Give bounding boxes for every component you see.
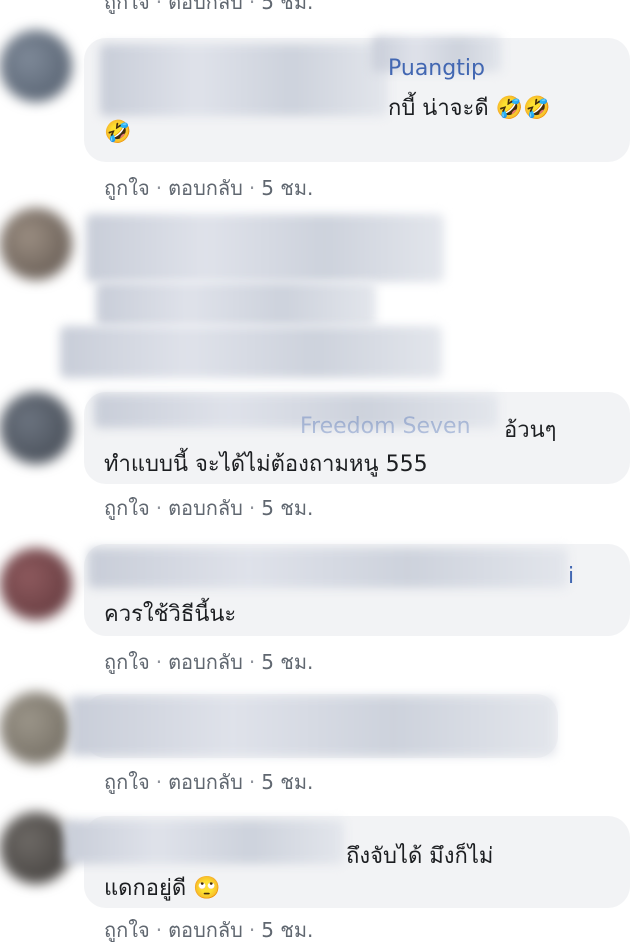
comment-text: แดกอยู่ดี 🙄 [104,876,221,901]
separator: · [248,650,256,674]
comment-author-fragment[interactable]: i [568,564,574,589]
separator: · [248,918,256,942]
comment-author-fragment[interactable]: Puangtip [388,56,485,81]
avatar[interactable] [0,392,72,464]
avatar[interactable] [0,30,72,102]
like-link[interactable]: ถูกใจ [104,650,150,674]
like-link[interactable]: ถูกใจ [104,770,150,794]
separator: · [248,770,256,794]
timestamp[interactable]: 5 ชม. [261,0,313,14]
like-link[interactable]: ถูกใจ [104,496,150,520]
comment-text: ควรใช้วิธีนี้นะ [104,602,237,627]
separator: · [155,176,163,200]
comment-actions: ถูกใจ · ตอบกลับ · 5 ชม. [104,914,313,946]
comment-text: อ้วนๆ [504,418,557,443]
separator: · [155,770,163,794]
timestamp[interactable]: 5 ชม. [261,918,313,942]
rofl-emoji-icon: 🤣🤣 [495,96,551,121]
separator: · [248,176,256,200]
blurred-name [88,548,568,588]
blurred-comment [96,282,376,326]
comment-actions: ถูกใจ · ตอบกลับ · 5 ชม. [104,646,313,678]
avatar[interactable] [0,208,72,280]
separator: · [155,0,163,14]
timestamp[interactable]: 5 ชม. [261,650,313,674]
reply-link[interactable]: ตอบกลับ [168,770,243,794]
comment-actions: ถูกใจ · ตอบกลับ · 5 ชม. [104,766,313,798]
separator: · [155,496,163,520]
like-link[interactable]: ถูกใจ [104,0,150,14]
comment-text: ทำแบบนี้ จะได้ไม่ต้องถามหนู 555 [104,452,428,477]
comment-text: ถึงจับได้ มึงก็ไม่ [346,844,494,869]
reply-link[interactable]: ตอบกลับ [168,496,243,520]
comment-text: กบี้ น่าจะดี 🤣🤣 [388,96,551,121]
separator: · [155,650,163,674]
like-link[interactable]: ถูกใจ [104,176,150,200]
timestamp[interactable]: 5 ชม. [261,176,313,200]
reply-link[interactable]: ตอบกลับ [168,176,243,200]
blurred-comment [70,696,556,756]
blurred-comment [60,326,442,378]
comment-actions-top: ถูกใจ · ตอบกลับ · 5 ชม. [104,0,313,18]
separator: · [155,918,163,942]
comment-text: 🤣 [104,120,131,145]
separator: · [248,496,256,520]
blurred-comment [86,214,444,282]
separator: · [248,0,256,14]
reply-link[interactable]: ตอบกลับ [168,918,243,942]
comment-author-fragment[interactable]: Freedom Seven [300,414,471,439]
timestamp[interactable]: 5 ชม. [261,496,313,520]
eye-roll-emoji-icon: 🙄 [193,876,221,901]
blurred-name [100,44,388,116]
timestamp[interactable]: 5 ชม. [261,770,313,794]
comment-actions: ถูกใจ · ตอบกลับ · 5 ชม. [104,492,313,524]
avatar[interactable] [0,548,72,620]
reply-link[interactable]: ตอบกลับ [168,0,243,14]
blurred-name [64,820,344,864]
avatar[interactable] [0,812,72,884]
avatar[interactable] [0,692,72,764]
like-link[interactable]: ถูกใจ [104,918,150,942]
reply-link[interactable]: ตอบกลับ [168,650,243,674]
comment-actions: ถูกใจ · ตอบกลับ · 5 ชม. [104,172,313,204]
rofl-emoji-icon: 🤣 [104,120,132,145]
